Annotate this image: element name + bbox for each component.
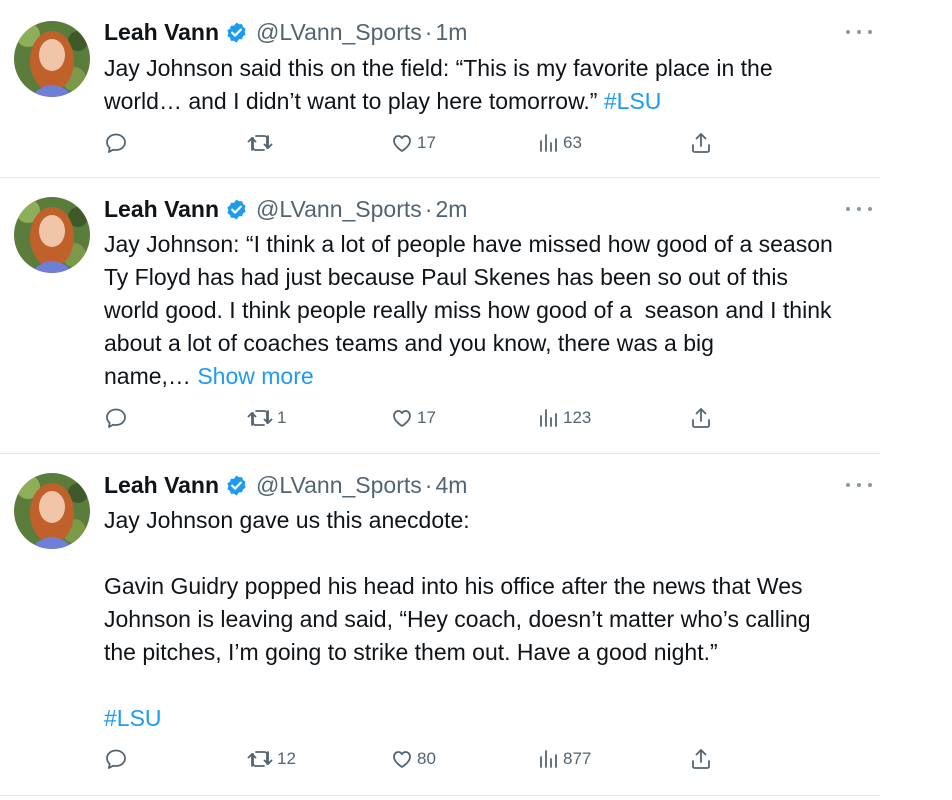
more-dots-icon[interactable] [846,202,872,216]
speech-bubble-icon [106,749,126,769]
bar-chart-icon [540,409,557,427]
share-upload-icon [692,133,710,153]
reply-button[interactable] [104,128,131,158]
share-button[interactable] [689,744,713,774]
tweet-text: Jay Johnson said this on the field: “Thi… [104,52,874,118]
tweet-3[interactable]: Leah Vann @LVann_Sports · 4m Jay Johnson… [0,454,880,796]
avatar[interactable] [14,473,90,549]
author-handle[interactable]: @LVann_Sports [256,472,422,499]
retweet-count: 1 [277,408,287,427]
tweet-text-line: name,… [104,363,191,389]
separator-dot: · [424,195,433,222]
heart-icon [393,410,411,427]
timestamp[interactable]: 2m [435,196,467,223]
tweet-text-line: Gavin Guidry popped his head into his of… [104,573,803,599]
share-upload-icon [692,749,710,769]
hashtag-link[interactable]: #LSU [604,88,662,114]
tweet-header: Leah Vann @LVann_Sports · 4m [104,468,467,502]
views-button[interactable]: 63 [536,128,582,158]
like-button[interactable]: 17 [390,128,436,158]
separator-dot: · [424,471,433,498]
reply-button[interactable] [104,744,131,774]
tweet-header: Leah Vann @LVann_Sports · 2m [104,192,467,226]
share-button[interactable] [689,403,713,433]
retweet-count: 12 [277,749,296,768]
tweet-text-line: Jay Johnson gave us this anecdote: [104,507,470,533]
tweet-text-line: Ty Floyd has had just because Paul Skene… [104,264,789,290]
view-count: 877 [563,749,592,768]
bar-chart-icon [540,134,557,152]
speech-bubble-icon [106,133,126,153]
avatar-photo-icon [14,473,90,549]
speech-bubble-icon [106,408,126,428]
share-button[interactable] [689,128,713,158]
reply-button[interactable] [104,403,131,433]
avatar-photo-icon [14,21,90,97]
like-count: 17 [417,408,436,427]
tweet-actions: 1 17 123 [104,403,714,433]
views-button[interactable]: 123 [536,403,591,433]
tweet-text-line: world good. I think people really miss h… [104,297,832,323]
retweet-button[interactable]: 1 [246,403,286,433]
verified-badge-icon [225,21,248,44]
tweet-2[interactable]: Leah Vann @LVann_Sports · 2m Jay Johnson… [0,178,880,454]
author-handle[interactable]: @LVann_Sports [256,19,422,46]
author-name[interactable]: Leah Vann [104,196,219,223]
separator-dot: · [424,18,433,45]
tweet-header: Leah Vann @LVann_Sports · 1m [104,15,467,49]
like-count: 17 [417,133,436,152]
bar-chart-icon [540,750,557,768]
hashtag-link[interactable]: #LSU [104,705,162,731]
retweet-arrows-icon [247,135,273,151]
author-handle[interactable]: @LVann_Sports [256,196,422,223]
verified-badge-icon [225,198,248,221]
avatar[interactable] [14,21,90,97]
retweet-arrows-icon [247,751,273,767]
tweet-text-line: Jay Johnson: “I think a lot of people ha… [104,231,833,257]
tweet-actions: 17 63 [104,128,714,158]
view-count: 123 [563,408,592,427]
share-upload-icon [692,408,710,428]
avatar[interactable] [14,197,90,273]
like-count: 80 [417,749,436,768]
heart-icon [393,751,411,768]
tweet-actions: 12 80 877 [104,744,714,774]
views-button[interactable]: 877 [536,744,591,774]
like-button[interactable]: 17 [390,403,436,433]
like-button[interactable]: 80 [390,744,436,774]
tweet-text-line: Jay Johnson said this on the field: “Thi… [104,55,773,81]
tweet-text-line: about a lot of coaches teams and you kno… [104,330,714,356]
tweet-text-line: world… and I didn’t want to play here to… [104,88,598,114]
retweet-button[interactable] [246,128,277,158]
show-more-link[interactable]: Show more [197,363,313,389]
tweet-text: Jay Johnson: “I think a lot of people ha… [104,228,874,393]
tweet-text-line: the pitches, I’m going to strike them ou… [104,639,718,665]
avatar-photo-icon [14,197,90,273]
timestamp[interactable]: 1m [435,19,467,46]
heart-icon [393,135,411,152]
author-name[interactable]: Leah Vann [104,19,219,46]
timestamp[interactable]: 4m [435,472,467,499]
view-count: 63 [563,133,582,152]
author-name[interactable]: Leah Vann [104,472,219,499]
more-dots-icon[interactable] [846,25,872,39]
tweet-text-line: Johnson is leaving and said, “Hey coach,… [104,606,811,632]
tweet-1[interactable]: Leah Vann @LVann_Sports · 1m Jay Johnson… [0,0,880,178]
retweet-arrows-icon [247,410,273,426]
tweet-text: Jay Johnson gave us this anecdote: Gavin… [104,504,874,735]
more-dots-icon[interactable] [846,478,872,492]
retweet-button[interactable]: 12 [246,744,296,774]
verified-badge-icon [225,474,248,497]
